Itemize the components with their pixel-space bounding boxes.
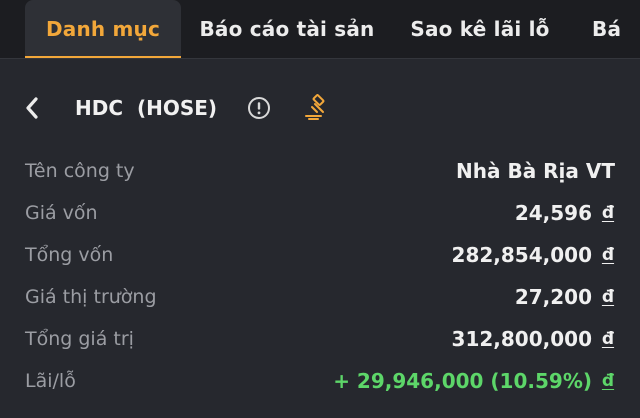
gavel-icon xyxy=(305,94,325,120)
total-value-value: 312,800,000 xyxy=(451,327,592,351)
row-label: Giá vốn xyxy=(25,202,98,224)
cost-price-value: 24,596 xyxy=(514,201,592,225)
currency-symbol: đ xyxy=(601,329,615,349)
back-button[interactable] xyxy=(16,90,48,126)
info-button[interactable] xyxy=(246,95,272,121)
stock-details: Tên công ty Nhà Bà Rịa VT Giá vốn 24,596… xyxy=(0,150,640,402)
tab-truncated[interactable]: Bá xyxy=(592,0,640,58)
tab-sao-ke-lai-lo[interactable]: Sao kê lãi lỗ xyxy=(402,0,558,58)
row-label: Giá thị trường xyxy=(25,286,157,308)
chevron-left-icon xyxy=(26,97,38,119)
currency-symbol: đ xyxy=(601,287,615,307)
detail-row-market-price: Giá thị trường 27,200 đ xyxy=(0,276,640,318)
detail-row-cost-price: Giá vốn 24,596 đ xyxy=(0,192,640,234)
tab-bao-cao-tai-san[interactable]: Báo cáo tài sản xyxy=(190,0,384,58)
row-label: Lãi/lỗ xyxy=(25,370,76,392)
tab-danh-muc[interactable]: Danh mục xyxy=(25,0,181,58)
total-cost-value: 282,854,000 xyxy=(451,243,592,267)
currency-symbol: đ xyxy=(601,371,615,391)
row-label: Tổng vốn xyxy=(25,244,114,266)
detail-row-company: Tên công ty Nhà Bà Rịa VT xyxy=(0,150,640,192)
currency-symbol: đ xyxy=(601,245,615,265)
row-label: Tổng giá trị xyxy=(25,328,134,350)
detail-row-profit-loss: Lãi/lỗ + 29,946,000 (10.59%) đ xyxy=(0,360,640,402)
stock-symbol-title: HDC (HOSE) xyxy=(75,96,218,120)
tab-bar: Danh mục Báo cáo tài sản Sao kê lãi lỗ B… xyxy=(0,0,640,59)
stock-header: HDC (HOSE) xyxy=(0,80,640,136)
info-circle-icon xyxy=(248,97,270,119)
company-name-value: Nhà Bà Rịa VT xyxy=(456,159,615,183)
detail-row-total-cost: Tổng vốn 282,854,000 đ xyxy=(0,234,640,276)
row-label: Tên công ty xyxy=(25,160,135,182)
auction-button[interactable] xyxy=(302,93,332,123)
currency-symbol: đ xyxy=(601,203,615,223)
screen: Danh mục Báo cáo tài sản Sao kê lãi lỗ B… xyxy=(0,0,640,418)
profit-loss-value: + 29,946,000 (10.59%) xyxy=(333,369,592,393)
detail-row-total-value: Tổng giá trị 312,800,000 đ xyxy=(0,318,640,360)
market-price-value: 27,200 xyxy=(514,285,592,309)
